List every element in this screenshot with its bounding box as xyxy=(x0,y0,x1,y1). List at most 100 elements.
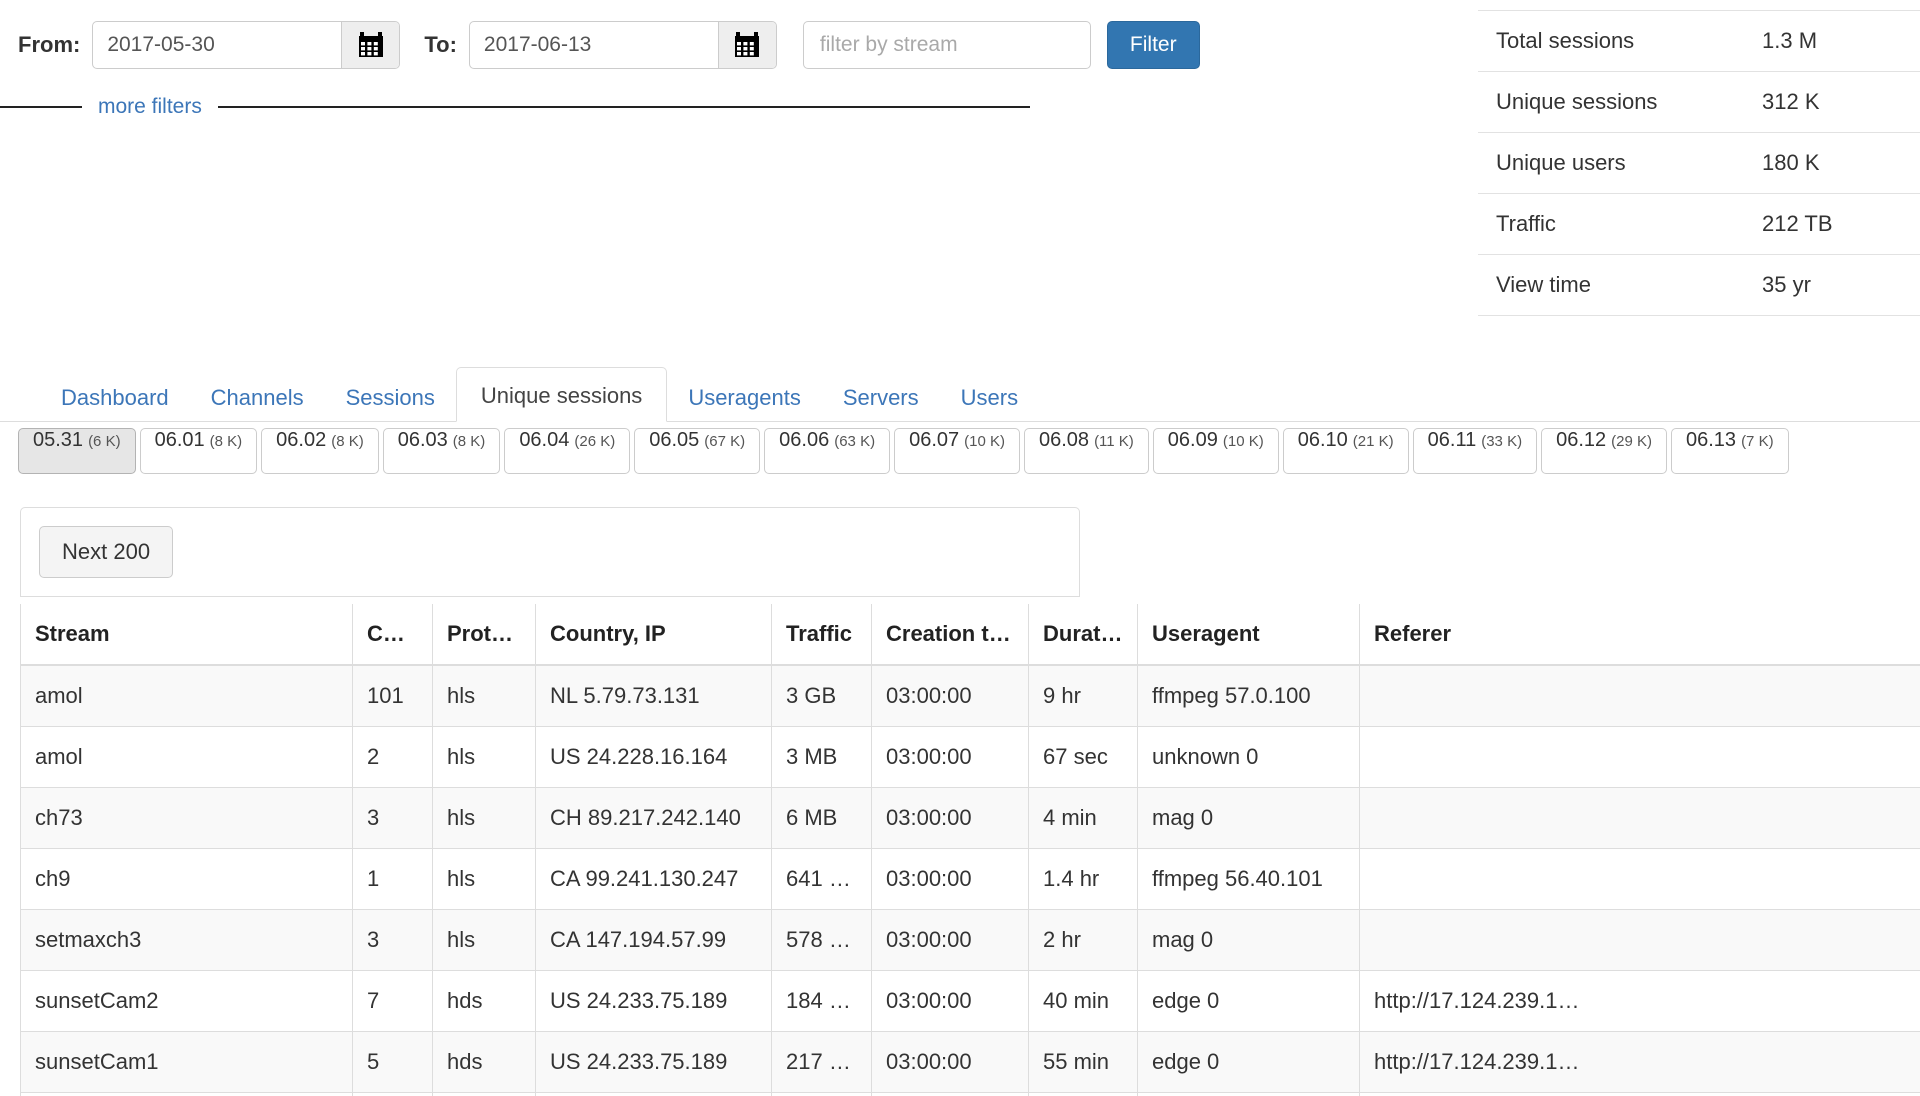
cell-useragent: edge 0 xyxy=(1137,1030,1360,1093)
col-header-creation-time[interactable]: Creation time xyxy=(871,604,1029,666)
col-header-protocol[interactable]: Protocol xyxy=(432,604,536,666)
tab-sessions[interactable]: Sessions xyxy=(325,373,456,422)
results-panel-header: Next 200 xyxy=(20,507,1080,597)
day-chip-06-01[interactable]: 06.01 (8 K) xyxy=(139,428,258,474)
cell-creation-time: 03:00:00 xyxy=(871,1030,1029,1093)
tab-users[interactable]: Users xyxy=(940,373,1039,422)
day-chip-date: 06.07 xyxy=(909,429,960,451)
day-chip-06-06[interactable]: 06.06 (63 K) xyxy=(764,428,891,474)
day-chip-count: (7 K) xyxy=(1741,433,1774,450)
stream-filter-input[interactable] xyxy=(802,21,1091,69)
table-row[interactable]: sunsetCam2 7 hds US 24.233.75.189 184 MB 03:0… xyxy=(20,969,1920,1032)
table-row[interactable]: ch9 1 hls CA 99.241.130.247 641 MB 03:00:00 1.… xyxy=(20,847,1920,910)
stat-row: View time 35 yr xyxy=(1478,255,1920,316)
cell-stream: setmaxch3 xyxy=(20,908,353,971)
table-row[interactable]: setmaxch3 3 hls CA 147.194.57.99 578 MB 03:00… xyxy=(20,908,1920,971)
stat-row: Traffic 212 TB xyxy=(1478,194,1920,255)
to-calendar-button[interactable] xyxy=(717,22,776,68)
cell-referer xyxy=(1359,908,1920,971)
day-chip-06-04[interactable]: 06.04 (26 K) xyxy=(504,428,631,474)
cell-stream: sunsetCam2 xyxy=(20,969,353,1032)
stat-label: Unique sessions xyxy=(1496,89,1658,114)
day-chip-06-05[interactable]: 06.05 (67 K) xyxy=(634,428,761,474)
cell-country-ip: CH 89.217.242.140 xyxy=(535,786,772,849)
tab-servers[interactable]: Servers xyxy=(822,373,940,422)
table-row[interactable]: sunsetCam1 5 hds US 24.233.75.189 217 MB 03:0… xyxy=(20,1030,1920,1093)
table-row[interactable]: amol 101 hls NL 5.79.73.131 3 GB 03:00:00 9 hr… xyxy=(20,664,1920,727)
more-filters-row: more filters xyxy=(0,92,1030,122)
table-row[interactable]: ch73 3 hls CH 89.217.242.140 6 MB 03:00:00 4 m… xyxy=(20,786,1920,849)
tab-channels[interactable]: Channels xyxy=(190,373,325,422)
col-header-referer[interactable]: Referer xyxy=(1359,604,1920,666)
day-chip-06-09[interactable]: 06.09 (10 K) xyxy=(1152,428,1279,474)
cell-duration: 40 min xyxy=(1028,969,1138,1032)
day-chip-06-02[interactable]: 06.02 (8 K) xyxy=(261,428,379,474)
to-label: To: xyxy=(424,32,457,57)
cell-count: 1 xyxy=(352,847,433,910)
cell-count: 101 xyxy=(352,664,433,727)
filter-button[interactable]: Filter xyxy=(1106,21,1200,69)
cell-traffic: 184 MB xyxy=(771,969,872,1032)
cell-duration: 1.4 hr xyxy=(1028,847,1138,910)
day-chip-count: (6 K) xyxy=(88,433,121,450)
day-chip-count: (21 K) xyxy=(1352,433,1394,450)
from-date-input[interactable] xyxy=(93,22,342,68)
cell-country-ip: US 24.228.16.164 xyxy=(535,725,772,788)
stat-label: Unique users xyxy=(1496,150,1626,175)
tab-dashboard[interactable]: Dashboard xyxy=(40,373,190,422)
table-header-row: Stream Count Protocol Country, IP Traffi… xyxy=(20,604,1920,666)
cell-duration: 2 hr xyxy=(1028,908,1138,971)
day-chip-count: (8 K) xyxy=(331,433,364,450)
page-root: From: To: xyxy=(0,0,1920,1096)
cell-useragent xyxy=(1137,1091,1360,1096)
cell-stream: ch73 xyxy=(20,786,353,849)
from-calendar-button[interactable] xyxy=(341,22,400,68)
cell-duration: 9 hr xyxy=(1028,664,1138,727)
cell-duration: 4 min xyxy=(1028,786,1138,849)
col-header-traffic[interactable]: Traffic xyxy=(771,604,872,666)
cell-creation-time xyxy=(871,1091,1029,1096)
col-header-useragent[interactable]: Useragent xyxy=(1137,604,1360,666)
day-chip-06-10[interactable]: 06.10 (21 K) xyxy=(1282,428,1409,474)
cell-count: 3 xyxy=(352,908,433,971)
from-date-group xyxy=(92,21,401,69)
day-chip-06-08[interactable]: 06.08 (11 K) xyxy=(1024,428,1149,474)
cell-protocol: hls xyxy=(432,664,536,727)
col-header-count[interactable]: Count xyxy=(352,604,433,666)
to-date-group xyxy=(468,21,777,69)
col-header-country-ip[interactable]: Country, IP xyxy=(535,604,772,666)
day-chip-06-12[interactable]: 06.12 (29 K) xyxy=(1541,428,1667,474)
next-200-button[interactable]: Next 200 xyxy=(39,526,174,578)
from-label: From: xyxy=(18,32,81,57)
day-chip-05-31[interactable]: 05.31 (6 K) xyxy=(18,428,136,474)
day-chip-06-11[interactable]: 06.11 (33 K) xyxy=(1412,428,1538,474)
day-chip-date: 06.06 xyxy=(779,429,830,451)
cell-country-ip xyxy=(535,1091,772,1096)
cell-traffic: 3 GB xyxy=(771,664,872,727)
to-date-input[interactable] xyxy=(469,22,718,68)
calendar-icon xyxy=(358,32,383,57)
cell-traffic: 6 MB xyxy=(771,786,872,849)
cell-useragent: mag 0 xyxy=(1137,786,1360,849)
cell-protocol: hls xyxy=(432,786,536,849)
more-filters-link[interactable]: more filters xyxy=(82,95,218,119)
stat-value: 35 yr xyxy=(1762,272,1811,297)
day-chip-06-07[interactable]: 06.07 (10 K) xyxy=(894,428,1020,474)
day-chip-date: 06.13 xyxy=(1686,429,1737,451)
cell-useragent: edge 0 xyxy=(1137,969,1360,1032)
table-row[interactable]: amol 2 hls US 24.228.16.164 3 MB 03:00:00 67 s… xyxy=(20,725,1920,788)
col-header-duration[interactable]: Duration xyxy=(1028,604,1138,666)
table-row[interactable] xyxy=(20,1091,1920,1096)
tab-useragents[interactable]: Useragents xyxy=(667,373,822,422)
day-chip-06-13[interactable]: 06.13 (7 K) xyxy=(1671,428,1789,474)
cell-duration: 67 sec xyxy=(1028,725,1138,788)
tab-unique-sessions[interactable]: Unique sessions xyxy=(455,367,668,422)
day-chip-count: (10 K) xyxy=(964,433,1005,450)
cell-referer xyxy=(1359,664,1920,727)
stat-value: 312 K xyxy=(1762,89,1820,114)
col-header-stream[interactable]: Stream xyxy=(20,604,353,666)
day-chip-06-03[interactable]: 06.03 (8 K) xyxy=(382,428,501,474)
stat-value: 212 TB xyxy=(1762,211,1833,236)
day-chip-count: (26 K) xyxy=(574,433,616,450)
day-chip-date: 06.04 xyxy=(519,429,570,451)
